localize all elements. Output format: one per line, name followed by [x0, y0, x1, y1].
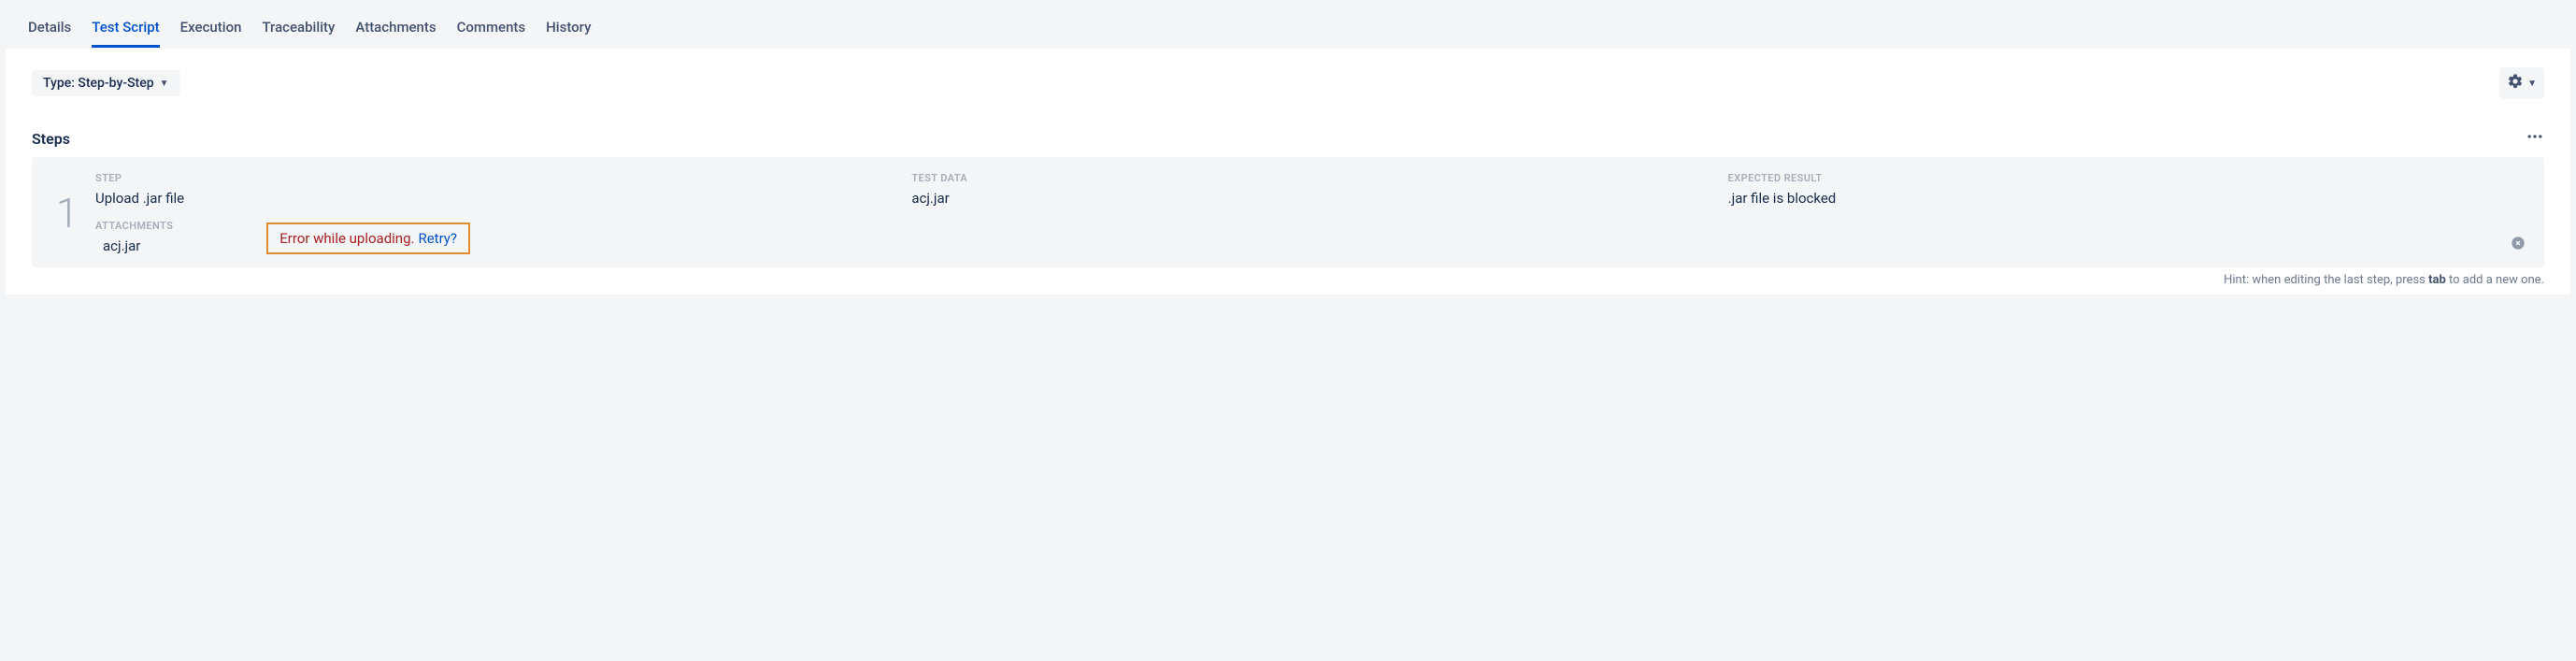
error-message: Error while uploading.: [279, 230, 414, 247]
steps-heading: Steps: [32, 130, 70, 148]
column-label-attachments: ATTACHMENTS: [95, 220, 173, 232]
type-selector[interactable]: Type: Step-by-Step ▼: [32, 70, 180, 96]
hint-suffix: to add a new one.: [2446, 273, 2544, 287]
expected-result-text[interactable]: .jar file is blocked: [1728, 190, 2526, 207]
tab-test-script[interactable]: Test Script: [92, 6, 159, 48]
attachment-name[interactable]: acj.jar: [95, 237, 173, 254]
test-data-column: TEST DATA acj.jar: [911, 172, 1709, 207]
more-actions-button[interactable]: [2526, 127, 2544, 150]
tab-details[interactable]: Details: [28, 6, 71, 48]
column-label-expected: EXPECTED RESULT: [1728, 172, 2526, 184]
expected-result-column: EXPECTED RESULT .jar file is blocked: [1728, 172, 2526, 207]
column-label-test-data: TEST DATA: [911, 172, 1709, 184]
step-column: STEP Upload .jar file: [95, 172, 893, 207]
dots-horizontal-icon: [2526, 135, 2544, 150]
tab-traceability[interactable]: Traceability: [262, 6, 335, 48]
column-label-step: STEP: [95, 172, 893, 184]
tab-execution[interactable]: Execution: [180, 6, 242, 48]
chevron-down-icon: ▼: [160, 79, 169, 89]
tab-history[interactable]: History: [546, 6, 591, 48]
step-text[interactable]: Upload .jar file: [95, 190, 893, 207]
type-selector-label: Type: Step-by-Step: [43, 76, 154, 91]
step-number: 1: [39, 172, 95, 254]
step-row: 1 STEP Upload .jar file TEST DATA acj.ja…: [32, 157, 2544, 267]
tab-comments[interactable]: Comments: [457, 6, 526, 48]
hint-key: tab: [2428, 273, 2446, 287]
tab-attachments[interactable]: Attachments: [355, 6, 436, 48]
tab-bar: Details Test Script Execution Traceabili…: [6, 6, 2570, 49]
retry-link[interactable]: Retry?: [418, 230, 457, 247]
chevron-down-icon: ▼: [2527, 79, 2537, 89]
attachments-column: ATTACHMENTS acj.jar: [95, 220, 173, 254]
upload-error: Error while uploading. Retry?: [266, 223, 470, 254]
close-circle-icon: [2511, 239, 2526, 254]
hint-prefix: Hint: when editing the last step, press: [2224, 273, 2428, 287]
gear-icon: [2507, 73, 2524, 93]
settings-button[interactable]: ▼: [2499, 67, 2544, 99]
remove-attachment-button[interactable]: [2511, 236, 2526, 254]
test-data-text[interactable]: acj.jar: [911, 190, 1709, 207]
hint-text: Hint: when editing the last step, press …: [32, 273, 2544, 287]
